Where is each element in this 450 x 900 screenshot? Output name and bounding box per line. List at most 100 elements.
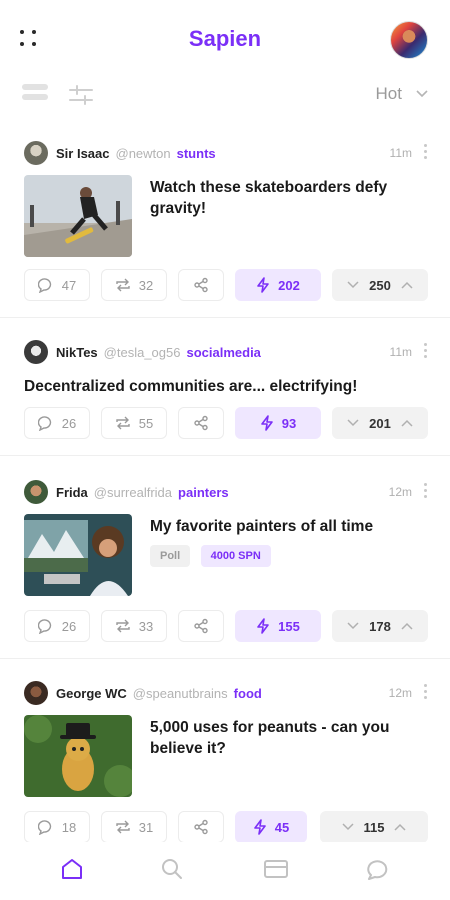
downvote-icon[interactable] [341, 823, 354, 831]
user-handle: @surrealfrida [93, 484, 173, 500]
username[interactable]: George WC [56, 686, 127, 701]
boost-button[interactable]: 45 [235, 811, 307, 843]
share-button[interactable] [178, 269, 224, 301]
wallet-icon[interactable] [261, 854, 291, 884]
boost-count: 45 [274, 819, 290, 835]
post-tags: Poll 4000 SPN [150, 545, 277, 567]
avatar[interactable] [24, 480, 48, 504]
comment-button[interactable]: 26 [24, 610, 90, 642]
username[interactable]: NikTes [56, 345, 98, 360]
downvote-icon[interactable] [347, 622, 359, 630]
post-actions: 26 33 155 178 [24, 610, 428, 642]
comment-icon [37, 820, 51, 835]
upvote-icon[interactable] [394, 823, 407, 831]
vote-control: 115 [320, 811, 428, 843]
upvote-icon[interactable] [401, 419, 413, 427]
post-meta: Frida @surrealfrida painters [24, 479, 229, 505]
share-icon [194, 415, 208, 431]
comment-button[interactable]: 18 [24, 811, 90, 843]
sort-label: Hot [375, 84, 402, 103]
comment-button[interactable]: 47 [24, 269, 90, 301]
share-button[interactable] [178, 610, 224, 642]
repost-button[interactable]: 31 [101, 811, 167, 843]
home-icon[interactable] [57, 854, 87, 884]
community-link[interactable]: socialmedia [186, 345, 260, 360]
repost-count: 33 [138, 618, 154, 634]
username[interactable]: Sir Isaac [56, 146, 110, 161]
upvote-icon[interactable] [401, 622, 413, 630]
boost-count: 155 [278, 618, 300, 634]
avatar[interactable] [24, 681, 48, 705]
comment-count: 47 [61, 277, 77, 293]
more-options-icon[interactable] [422, 343, 428, 361]
community-link[interactable]: painters [178, 485, 229, 500]
vote-count: 250 [369, 277, 391, 293]
downvote-icon[interactable] [347, 419, 359, 427]
boost-button[interactable]: 93 [235, 407, 321, 439]
vote-count: 178 [369, 618, 391, 634]
post-actions: 47 32 202 250 [24, 269, 428, 301]
post-time: 12m [388, 485, 412, 499]
post-time: 12m [388, 686, 412, 700]
community-link[interactable]: stunts [177, 146, 216, 161]
lightning-icon [257, 618, 269, 634]
post-time: 11m [389, 345, 412, 359]
repost-count: 32 [138, 277, 154, 293]
repost-button[interactable]: 33 [101, 610, 167, 642]
comment-icon [37, 416, 51, 431]
peanut-image[interactable] [24, 715, 132, 797]
boost-button[interactable]: 155 [235, 610, 321, 642]
painter-image[interactable] [24, 514, 132, 596]
repost-count: 31 [138, 819, 154, 835]
comment-count: 18 [61, 819, 77, 835]
repost-icon [116, 619, 130, 633]
vote-count: 115 [363, 819, 385, 835]
repost-button[interactable]: 32 [101, 269, 167, 301]
more-options-icon[interactable] [422, 483, 428, 501]
skateboarder-image[interactable] [24, 175, 132, 257]
repost-icon [116, 820, 130, 834]
reward-tag: 4000 SPN [200, 545, 271, 567]
post-card[interactable]: Sir Isaac @newton stunts 11m Watch these… [0, 140, 450, 318]
post-card[interactable]: Frida @surrealfrida painters 12m My favo… [0, 479, 450, 659]
filter-sliders-icon[interactable] [68, 84, 94, 106]
share-button[interactable] [178, 811, 224, 843]
post-title[interactable]: 5,000 uses for peanuts - can you believe… [150, 717, 425, 759]
community-link[interactable]: food [234, 686, 262, 701]
post-title[interactable]: Watch these skateboarders defy gravity! [150, 177, 420, 219]
post-title[interactable]: My favorite painters of all time [150, 516, 420, 537]
list-view-icon[interactable] [22, 84, 48, 106]
vote-control: 178 [332, 610, 428, 642]
downvote-icon[interactable] [347, 281, 359, 289]
repost-button[interactable]: 55 [101, 407, 167, 439]
post-title[interactable]: Decentralized communities are... electri… [24, 376, 424, 397]
post-card[interactable]: George WC @speanutbrains food 12m 5,000 … [0, 680, 450, 845]
chat-icon[interactable] [363, 854, 393, 884]
more-options-icon[interactable] [422, 144, 428, 162]
username[interactable]: Frida [56, 485, 88, 500]
feed-toolbar: Hot [0, 80, 450, 116]
more-options-icon[interactable] [422, 684, 428, 702]
chevron-down-icon [416, 90, 428, 98]
post-meta: Sir Isaac @newton stunts [24, 140, 216, 166]
search-icon[interactable] [157, 854, 187, 884]
app-title: Sapien [188, 26, 262, 51]
comment-icon [37, 278, 51, 293]
comment-button[interactable]: 26 [24, 407, 90, 439]
repost-icon [116, 416, 130, 430]
boost-count: 93 [281, 415, 297, 431]
post-actions: 18 31 45 115 [24, 811, 428, 843]
profile-avatar[interactable] [390, 21, 428, 59]
share-button[interactable] [178, 407, 224, 439]
upvote-icon[interactable] [401, 281, 413, 289]
avatar[interactable] [24, 141, 48, 165]
lightning-icon [253, 819, 266, 835]
avatar[interactable] [24, 340, 48, 364]
app-header: Sapien [0, 0, 450, 80]
comment-icon [37, 619, 51, 634]
repost-icon [116, 278, 130, 292]
sort-dropdown[interactable]: Hot [376, 84, 428, 104]
boost-button[interactable]: 202 [235, 269, 321, 301]
post-card[interactable]: NikTes @tesla_og56 socialmedia 11m Decen… [0, 339, 450, 456]
lightning-icon [257, 277, 269, 293]
